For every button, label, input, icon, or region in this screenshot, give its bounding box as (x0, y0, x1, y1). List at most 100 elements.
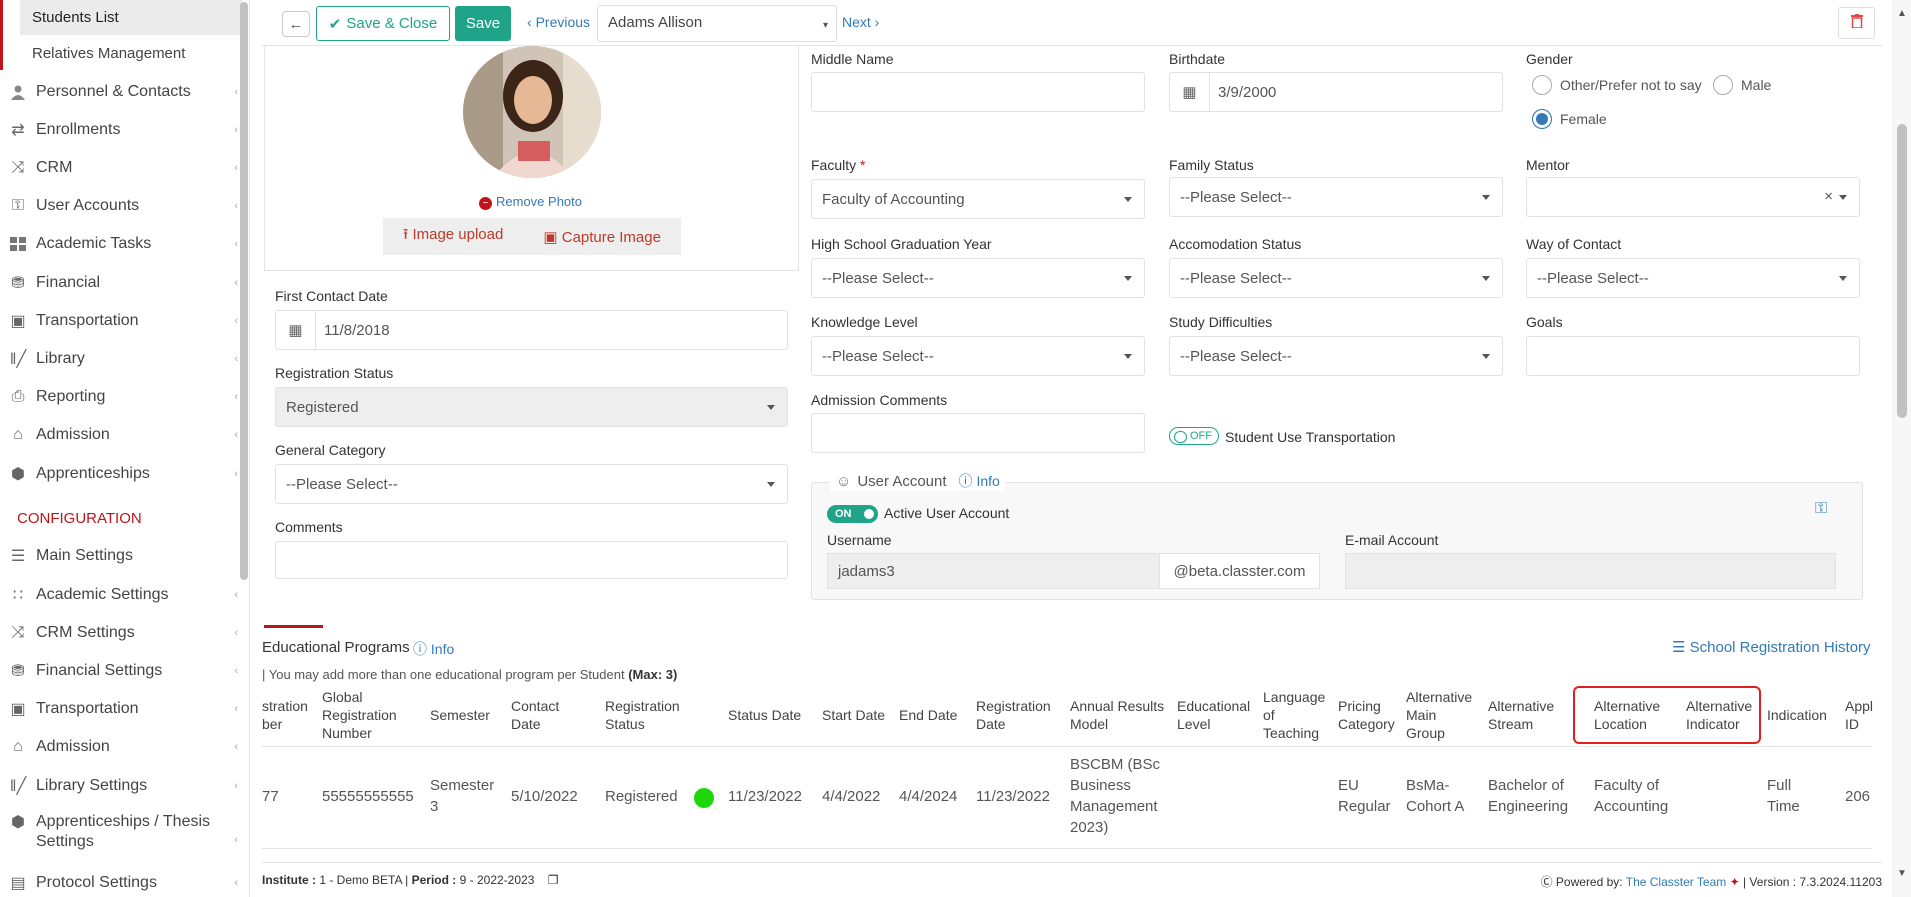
clear-icon[interactable]: × (1824, 188, 1833, 205)
column-header[interactable]: Language of Teaching (1263, 688, 1325, 742)
transportation-label: Student Use Transportation (1225, 429, 1396, 445)
table-cell: Semester 3 (430, 777, 495, 815)
sidebar-item-apprenticeships[interactable]: ⬢ Apprenticeships ‹ (8, 459, 242, 489)
way-of-contact-select[interactable]: --Please Select-- (1526, 258, 1860, 298)
column-header[interactable]: Global Registration Number (322, 688, 397, 742)
goals-input[interactable] (1526, 336, 1860, 376)
sidebar-item-library[interactable]: ‖╱ Library ‹ (8, 344, 242, 374)
knowledge-level-label: Knowledge Level (811, 314, 918, 330)
remove-photo-link[interactable]: − Remove Photo (479, 194, 582, 210)
gender-radio-other[interactable]: Other/Prefer not to say (1532, 75, 1702, 95)
column-header[interactable]: Semester (430, 706, 490, 724)
column-header[interactable]: Educational Level (1177, 697, 1250, 733)
copy-icon[interactable]: ❐ (548, 873, 559, 887)
column-header[interactable]: Registration Date (976, 697, 1051, 733)
column-header[interactable]: Status Date (728, 706, 801, 724)
sidebar-item-label: Library Settings (36, 777, 148, 794)
footer: Institute : 1 - Demo BETA | Period : 9 -… (262, 862, 1882, 897)
sidebar-item-admission[interactable]: ⌂ Admission ‹ (8, 420, 242, 450)
sidebar-item-transportation-settings[interactable]: ▣ Transportation ‹ (8, 694, 242, 724)
gender-radio-female[interactable]: Female (1532, 109, 1607, 129)
scroll-up-icon[interactable]: ▲ (1897, 8, 1907, 19)
next-link[interactable]: Next › (842, 14, 879, 30)
column-header[interactable]: Appl ID (1845, 697, 1873, 733)
programs-info-link[interactable]: ⓘ Info (413, 639, 454, 659)
delete-button[interactable] (1838, 7, 1875, 39)
transportation-toggle[interactable]: OFF (1169, 427, 1219, 445)
sidebar-item-apprenticeships-settings[interactable]: ⬢ Apprenticeships / Thesis Settings ‹ (8, 812, 242, 856)
column-header[interactable]: Alternative Main Group (1406, 688, 1472, 742)
sidebar-item-relatives-management[interactable]: Relatives Management (20, 36, 242, 71)
save-close-button[interactable]: ✔ Save & Close (316, 6, 450, 41)
column-header[interactable]: Annual Results Model (1070, 697, 1164, 733)
middle-name-input[interactable] (811, 72, 1145, 112)
chevron-left-icon: ‹ (234, 353, 238, 365)
box-icon: ⬢ (11, 466, 25, 483)
column-header[interactable]: Indication (1767, 706, 1827, 724)
admission-comments-input[interactable] (811, 413, 1145, 453)
flag-icon: ✦ (1729, 875, 1740, 889)
sidebar-item-enrollments[interactable]: ⇄ Enrollments ‹ (8, 115, 242, 145)
sidebar-item-crm-settings[interactable]: ⤨ CRM Settings ‹ (8, 618, 242, 648)
comments-textarea[interactable] (275, 541, 788, 579)
birthdate-field[interactable]: ▦ 3/9/2000 (1169, 72, 1503, 112)
hs-graduation-select[interactable]: --Please Select-- (811, 258, 1145, 298)
sidebar-item-admission-settings[interactable]: ⌂ Admission ‹ (8, 732, 242, 762)
page-scrollbar[interactable]: ▲ ▼ (1892, 0, 1911, 897)
column-header[interactable]: Registration Status (605, 697, 680, 733)
sidebar-item-library-settings[interactable]: ‖╱ Library Settings ‹ (8, 771, 242, 801)
column-header[interactable]: End Date (899, 706, 957, 724)
sidebar-item-students-list[interactable]: Students List (20, 0, 242, 35)
first-contact-date-field[interactable]: ▦ 11/8/2018 (275, 310, 788, 350)
knowledge-level-select[interactable]: --Please Select-- (811, 336, 1145, 376)
column-header[interactable]: Pricing Category (1338, 697, 1395, 733)
gender-radio-male[interactable]: Male (1713, 75, 1771, 95)
previous-link[interactable]: ‹ Previous (527, 14, 590, 30)
user-account-info-link[interactable]: ⓘ Info (959, 471, 1000, 491)
school-registration-history-link[interactable]: ☰ School Registration History (1672, 638, 1871, 656)
username-input[interactable]: jadams3 (827, 553, 1160, 589)
study-difficulties-select[interactable]: --Please Select-- (1169, 336, 1503, 376)
sidebar-item-label: Reporting (36, 388, 106, 405)
faculty-label: Faculty * (811, 157, 866, 173)
key-icon[interactable]: ⚿ (1815, 500, 1827, 518)
sidebar-item-financial[interactable]: ⛃ Financial ‹ (8, 268, 242, 298)
column-header[interactable]: stration ber (262, 697, 308, 733)
sidebar-item-label: Personnel & Contacts (36, 83, 191, 100)
general-category-select[interactable]: --Please Select-- (275, 464, 788, 504)
table-cell: EU Regular (1338, 777, 1391, 815)
record-select[interactable]: Adams Allison ▾ (597, 5, 837, 42)
accomodation-select[interactable]: --Please Select-- (1169, 258, 1503, 298)
sidebar-item-financial-settings[interactable]: ⛃ Financial Settings ‹ (8, 656, 242, 686)
back-button[interactable]: ← (282, 11, 310, 37)
sidebar-item-label: Admission (36, 426, 110, 443)
active-user-toggle[interactable]: ON (827, 505, 878, 523)
sidebar-item-reporting[interactable]: ⎙ Reporting ‹ (8, 382, 242, 412)
sidebar-item-main-settings[interactable]: ☰ Main Settings (8, 541, 242, 571)
image-upload-button[interactable]: ⭱ Image upload (403, 224, 503, 249)
sidebar-item-transportation[interactable]: ▣ Transportation ‹ (8, 306, 242, 336)
classter-team-link[interactable]: The Classter Team (1626, 875, 1726, 889)
faculty-select[interactable]: Faculty of Accounting (811, 179, 1145, 219)
sidebar-item-personnel[interactable]: Personnel & Contacts ‹ (8, 77, 242, 107)
sidebar-item-crm[interactable]: ⤨ CRM ‹ (8, 153, 242, 183)
sidebar-item-protocol-settings[interactable]: ▤ Protocol Settings ‹ (8, 868, 242, 897)
sidebar-item-academic-tasks[interactable]: Academic Tasks ‹ (8, 229, 242, 259)
save-button[interactable]: Save (455, 6, 511, 41)
column-header[interactable]: Alternative Stream (1488, 697, 1554, 733)
column-header[interactable]: Contact Date (511, 697, 559, 733)
scrollbar-thumb[interactable] (1897, 124, 1907, 418)
configuration-heading: CONFIGURATION (17, 510, 142, 527)
first-contact-label: First Contact Date (275, 288, 388, 304)
mentor-select[interactable]: × (1526, 177, 1860, 217)
sidebar-item-academic-settings[interactable]: ∷ Academic Settings ‹ (8, 580, 242, 610)
sidebar-scrollbar[interactable] (240, 2, 248, 580)
sidebar-item-user-accounts[interactable]: ⚿ User Accounts ‹ (8, 191, 242, 221)
column-header[interactable]: Start Date (822, 706, 885, 724)
coins-icon: ⛃ (11, 275, 25, 292)
family-status-select[interactable]: --Please Select-- (1169, 177, 1503, 217)
email-account-input[interactable] (1345, 553, 1836, 589)
sidebar-item-label: Transportation (36, 700, 139, 717)
scroll-down-icon[interactable]: ▼ (1897, 868, 1907, 879)
capture-image-button[interactable]: ▣ Capture Image (543, 228, 661, 246)
